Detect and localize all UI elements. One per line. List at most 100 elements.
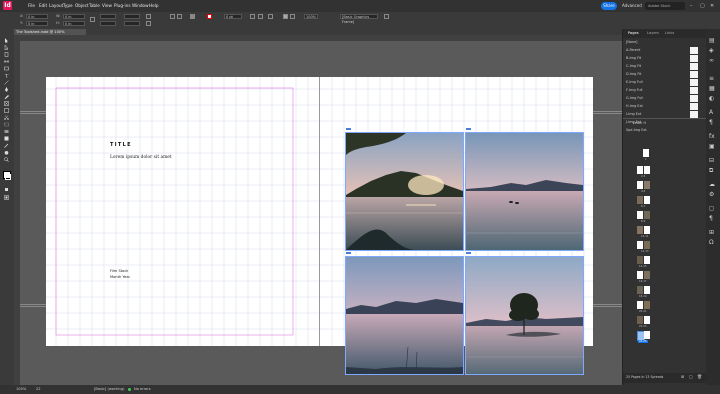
master-row[interactable]: D-Img Fit bbox=[626, 71, 704, 78]
page-thumbnail[interactable] bbox=[644, 196, 650, 204]
preflight-status[interactable]: No errors bbox=[134, 385, 151, 394]
section-label[interactable]: Letter H bbox=[633, 121, 646, 125]
menu-file[interactable]: File bbox=[28, 1, 35, 10]
page-thumbnail[interactable] bbox=[637, 301, 643, 309]
page-thumbnail[interactable] bbox=[644, 241, 650, 249]
fill-swatch-icon[interactable] bbox=[190, 14, 195, 19]
rectangle-icon[interactable] bbox=[3, 108, 10, 113]
master-row[interactable]: B-Img Fit bbox=[626, 55, 704, 62]
cc-libraries-icon[interactable]: ☁ bbox=[709, 181, 715, 188]
links-icon[interactable]: ∞ bbox=[709, 57, 714, 64]
pen-icon[interactable] bbox=[3, 87, 10, 92]
properties-icon[interactable]: ⚙ bbox=[709, 191, 714, 198]
eyedropper-icon[interactable] bbox=[3, 143, 10, 148]
page-thumbnail[interactable] bbox=[637, 226, 643, 234]
search-input[interactable]: Adobe Stock bbox=[645, 2, 685, 10]
scissors-icon[interactable] bbox=[3, 115, 10, 120]
page-icon[interactable] bbox=[3, 52, 10, 57]
page-thumbnail[interactable] bbox=[644, 211, 650, 219]
page-thumbnail[interactable] bbox=[637, 181, 643, 189]
new-page-icon[interactable]: ⊞ bbox=[681, 374, 684, 379]
pencil-icon[interactable] bbox=[3, 94, 10, 99]
flip-vertical-icon[interactable] bbox=[146, 21, 151, 26]
tab-links[interactable]: Links bbox=[665, 31, 674, 36]
page-thumbnail[interactable] bbox=[644, 226, 650, 234]
zoom-level[interactable]: 100% bbox=[16, 385, 26, 394]
menu-view[interactable]: View bbox=[102, 1, 112, 10]
edit-page-icon[interactable]: ▢ bbox=[689, 374, 693, 379]
page-title[interactable]: TITLE bbox=[110, 142, 132, 148]
pathfinder-icon[interactable]: ⧉ bbox=[709, 167, 713, 175]
select-content-icon[interactable] bbox=[177, 14, 182, 19]
stroke-swatch[interactable] bbox=[5, 174, 11, 180]
constrain-proportions-icon[interactable] bbox=[90, 17, 95, 22]
master-row[interactable]: H-Img Ext bbox=[626, 103, 704, 110]
apply-color-icon[interactable] bbox=[3, 187, 10, 192]
free-transform-icon[interactable] bbox=[3, 122, 10, 127]
page-thumbnail[interactable] bbox=[643, 149, 649, 157]
note-icon[interactable] bbox=[3, 136, 10, 141]
corner-options-icon[interactable] bbox=[250, 14, 255, 19]
page-number-field[interactable]: 22 bbox=[36, 385, 41, 394]
menu-object[interactable]: Object bbox=[75, 1, 89, 10]
drop-shadow-icon[interactable] bbox=[258, 14, 263, 19]
master-row[interactable]: F-Img Full bbox=[626, 87, 704, 94]
menu-layout[interactable]: Layout bbox=[49, 1, 63, 10]
master-row[interactable]: I-Img Ext bbox=[626, 111, 704, 118]
zoom-field[interactable]: 100% bbox=[304, 14, 318, 19]
color-icon[interactable]: ◐ bbox=[709, 95, 714, 102]
caption-date[interactable]: Month Year bbox=[110, 275, 130, 279]
object-style-select[interactable]: [Basic Graphics Frame] bbox=[340, 14, 378, 24]
page-thumbnail[interactable] bbox=[637, 286, 643, 294]
character-icon[interactable]: A bbox=[709, 109, 713, 116]
menu-plugins[interactable]: Plug-ins bbox=[114, 1, 131, 10]
preflight-profile[interactable]: [Basic] (working) bbox=[94, 385, 125, 394]
page-subtitle[interactable]: Lorem ipsum dolor sit amet bbox=[110, 155, 172, 160]
gradient-icon[interactable] bbox=[3, 129, 10, 134]
left-page[interactable]: TITLE Lorem ipsum dolor sit amet Film St… bbox=[46, 77, 319, 346]
stroke-swatch-icon[interactable] bbox=[207, 14, 212, 19]
minimize-icon[interactable]: – bbox=[690, 2, 693, 10]
paragraph-styles-icon[interactable]: ¶ bbox=[709, 215, 713, 222]
workspace-switcher[interactable]: Advanced bbox=[622, 1, 642, 10]
page-thumbnail[interactable] bbox=[644, 271, 650, 279]
table-icon[interactable]: ⊞ bbox=[709, 229, 714, 236]
maximize-icon[interactable]: ▢ bbox=[700, 2, 705, 10]
w-field[interactable]: 0 in bbox=[63, 14, 85, 19]
line-icon[interactable] bbox=[3, 80, 10, 85]
pasteboard[interactable]: TITLE Lorem ipsum dolor sit amet Film St… bbox=[20, 41, 622, 385]
page-thumbnail[interactable] bbox=[637, 196, 643, 204]
menu-edit[interactable]: Edit bbox=[39, 1, 47, 10]
paragraph-icon[interactable]: ¶ bbox=[709, 119, 713, 126]
master-row[interactable]: A-Parent bbox=[626, 47, 704, 54]
page-thumbnail[interactable] bbox=[644, 181, 650, 189]
master-row[interactable]: Spd-Img Ext bbox=[626, 127, 704, 134]
page-thumbnail[interactable] bbox=[637, 316, 643, 324]
x-field[interactable]: 0 in bbox=[26, 14, 48, 19]
share-button[interactable]: Share bbox=[601, 2, 617, 10]
page-thumbnail[interactable] bbox=[637, 271, 643, 279]
tab-layers[interactable]: Layers bbox=[647, 31, 659, 36]
layers-icon[interactable]: ◈ bbox=[709, 47, 714, 54]
rectangle-frame-icon[interactable] bbox=[3, 101, 10, 106]
page-thumbnail[interactable] bbox=[644, 331, 650, 339]
caption-film-stock[interactable]: Film Stock bbox=[110, 269, 128, 273]
effects-icon[interactable]: fx bbox=[709, 133, 715, 140]
delete-page-icon[interactable]: 🗑 bbox=[697, 374, 702, 379]
master-row[interactable]: G-Img Full bbox=[626, 95, 704, 102]
rotate-field[interactable] bbox=[124, 14, 140, 19]
menu-table[interactable]: Table bbox=[89, 1, 100, 10]
page-thumbnail[interactable] bbox=[644, 301, 650, 309]
hand-icon[interactable] bbox=[3, 150, 10, 155]
pages-icon[interactable]: ▤ bbox=[709, 37, 715, 44]
master-row[interactable]: C-Img Fit bbox=[626, 63, 704, 70]
scale-y-field[interactable] bbox=[100, 21, 116, 26]
type-icon[interactable]: T bbox=[3, 73, 10, 79]
menu-type[interactable]: Type bbox=[63, 1, 73, 10]
page-thumbnail[interactable] bbox=[644, 256, 650, 264]
zoom-icon[interactable] bbox=[3, 157, 10, 162]
h-field[interactable]: 0 in bbox=[63, 21, 85, 26]
scale-x-field[interactable] bbox=[100, 14, 116, 19]
align-icon[interactable]: ⊟ bbox=[709, 157, 714, 164]
effects-icon[interactable] bbox=[268, 14, 273, 19]
